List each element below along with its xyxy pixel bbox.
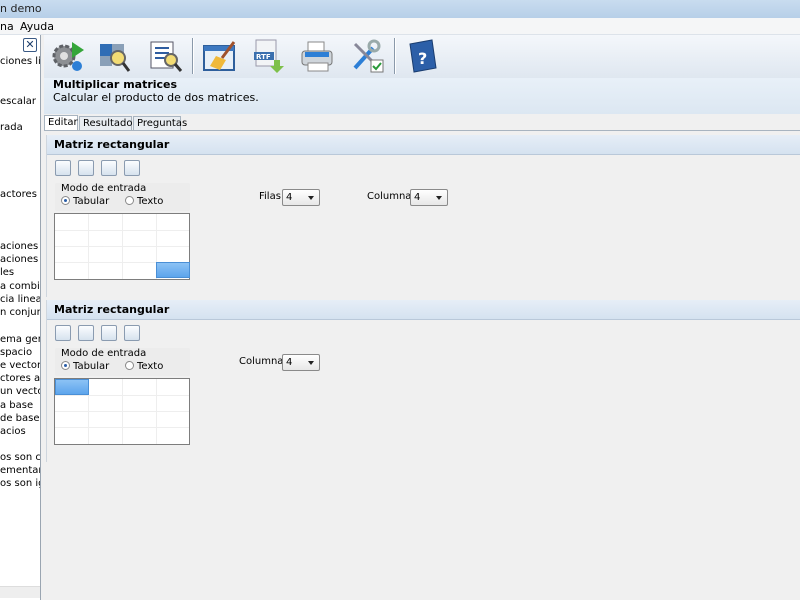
input-mode-group: Modo de entrada Tabular Texto <box>55 348 190 376</box>
tree-item[interactable]: aciones lin <box>0 254 40 265</box>
tree-item[interactable]: ctores a u <box>0 373 40 384</box>
horizontal-scrollbar[interactable] <box>0 586 40 598</box>
tree-item[interactable]: escalar <box>0 96 40 107</box>
run-gear-icon[interactable] <box>50 38 86 74</box>
input-mode-label: Modo de entrada <box>61 183 147 194</box>
paste-icon[interactable] <box>101 160 117 176</box>
new-matrix-icon[interactable] <box>55 325 71 341</box>
rtf-label: RTF <box>256 53 271 61</box>
copy-icon[interactable] <box>78 160 94 176</box>
tree-item[interactable]: ema gene <box>0 334 40 345</box>
paste-icon[interactable] <box>101 325 117 341</box>
matrix-panel-2: Matriz rectangular Modo de entrada Tabul… <box>46 300 800 462</box>
tree-item[interactable]: cia lineal <box>0 294 40 305</box>
input-mode-group: Modo de entrada Tabular Texto <box>55 183 190 211</box>
list-search-icon[interactable] <box>147 38 183 74</box>
tree-item[interactable]: un vector <box>0 386 40 397</box>
tab-divider <box>44 130 800 131</box>
tree-item[interactable]: actores <box>0 189 40 200</box>
export-rtf-icon[interactable]: RTF <box>250 38 286 74</box>
matrix-grid[interactable] <box>54 378 190 445</box>
radio-tabular[interactable]: Tabular <box>61 196 109 207</box>
title-bar: n demo <box>0 0 800 18</box>
eraser-icon[interactable] <box>124 160 140 176</box>
selected-cell[interactable] <box>156 262 190 278</box>
tree-item[interactable]: e vectores <box>0 360 40 371</box>
selected-cell[interactable] <box>55 379 89 395</box>
help-book-icon[interactable]: ? <box>404 38 440 74</box>
clear-window-icon[interactable] <box>202 38 238 74</box>
tree-item[interactable]: spacio <box>0 347 40 358</box>
panel-title: Matriz rectangular <box>47 135 800 155</box>
close-icon[interactable]: ✕ <box>23 38 37 52</box>
settings-tools-icon[interactable] <box>349 38 385 74</box>
page-title: Multiplicar matrices <box>53 78 178 91</box>
tree-item[interactable]: les <box>0 267 40 278</box>
tree-item[interactable]: aciones lin <box>0 241 40 252</box>
matrix-grid[interactable] <box>54 213 190 280</box>
tree-item[interactable]: n conjunto <box>0 307 40 318</box>
columns-dropdown[interactable]: 4 <box>282 354 320 371</box>
rows-dropdown[interactable]: 4 <box>282 189 320 206</box>
input-mode-label: Modo de entrada <box>61 348 147 359</box>
toolbar-separator <box>394 38 396 74</box>
panel-title: Matriz rectangular <box>47 300 800 320</box>
menu-ayuda[interactable]: Ayuda <box>20 20 54 33</box>
tree-item[interactable]: os son co <box>0 452 40 463</box>
radio-tabular[interactable]: Tabular <box>61 361 109 372</box>
toolbar: RTF ? <box>44 35 800 78</box>
page-subtitle: Calcular el producto de dos matrices. <box>53 91 259 104</box>
tree-item[interactable]: acios <box>0 426 40 437</box>
toolbar-separator <box>192 38 194 74</box>
tree-item[interactable]: os son igu <box>0 478 40 489</box>
puzzle-search-icon[interactable] <box>96 38 132 74</box>
new-matrix-icon[interactable] <box>55 160 71 176</box>
svg-text:?: ? <box>418 49 427 68</box>
tab-preguntas[interactable]: Preguntas <box>133 116 187 131</box>
window-title: n demo <box>0 2 42 15</box>
matrix-panel-1: Matriz rectangular Modo de entrada Tabul… <box>46 135 800 297</box>
tree-item[interactable]: rada <box>0 122 40 133</box>
print-icon[interactable] <box>299 38 335 74</box>
tree-item[interactable]: a combina <box>0 281 40 292</box>
eraser-icon[interactable] <box>124 325 140 341</box>
tab-resultados[interactable]: Resultados <box>79 116 138 131</box>
tree-item[interactable]: ciones line <box>0 56 40 67</box>
page-header: Multiplicar matrices Calcular el product… <box>44 78 800 114</box>
menu-bar: na Ayuda <box>0 18 800 35</box>
tree-item[interactable]: ementario <box>0 465 40 476</box>
tree-item[interactable]: de base <box>0 413 40 424</box>
tree-item[interactable]: a base <box>0 400 40 411</box>
radio-texto[interactable]: Texto <box>125 361 163 372</box>
rows-label: Filas <box>259 191 281 202</box>
copy-icon[interactable] <box>78 325 94 341</box>
menu-item[interactable]: na <box>0 20 14 33</box>
tab-editar[interactable]: Editar <box>44 115 78 131</box>
radio-texto[interactable]: Texto <box>125 196 163 207</box>
columns-dropdown[interactable]: 4 <box>410 189 448 206</box>
sidebar-tree: ✕ ciones line escalar rada actores aciones l… <box>0 35 41 600</box>
